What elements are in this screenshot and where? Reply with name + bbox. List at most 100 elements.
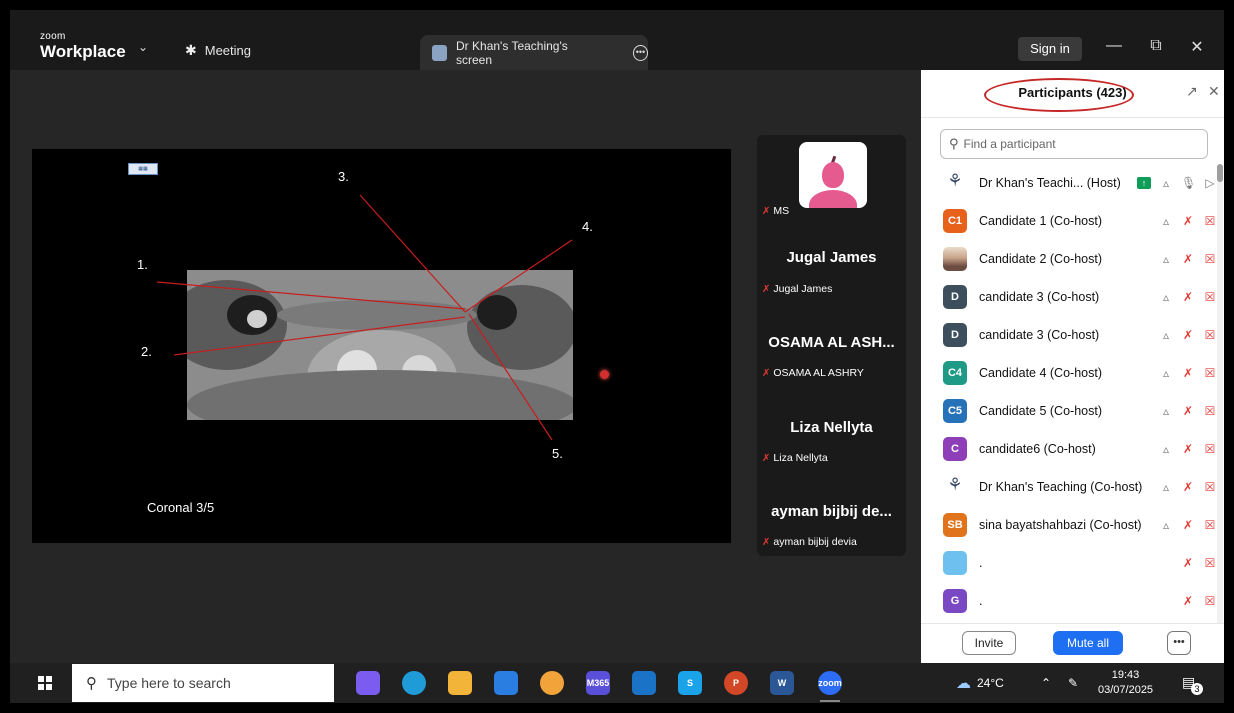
mic-muted-icon: ✗ (762, 367, 771, 379)
system-clock[interactable]: 19:43 03/07/2025 (1098, 668, 1153, 698)
chrome-icon[interactable] (540, 671, 564, 695)
powerpoint-icon[interactable]: P (724, 671, 748, 695)
show-hidden-icons-icon[interactable]: ⌃ (1041, 663, 1051, 703)
invite-button[interactable]: Invite (962, 631, 1016, 655)
mic-muted-icon: ✗ (1182, 556, 1194, 570)
participant-row[interactable]: Candidate 2 (Co-host) ▵ ✗ ☒ (921, 240, 1217, 278)
participant-row[interactable]: Ccandidate6 (Co-host) ▵ ✗ ☒ (921, 430, 1217, 468)
video-off-icon: ☒ (1204, 594, 1216, 608)
restore-icon[interactable]: ⧉ (1144, 37, 1168, 55)
raise-hand-icon: ▵ (1162, 442, 1170, 456)
windows-start-icon[interactable] (38, 676, 52, 690)
participant-row[interactable]: ⚘ Dr Khan's Teachi... (Host) ↑ ▵ 🎙 ▷ (921, 164, 1217, 202)
mic-muted-icon: ✗ (1182, 518, 1194, 532)
zoom-icon[interactable]: zoom (818, 671, 842, 695)
tile-display-name: OSAMA AL ASH... (768, 334, 895, 351)
weather-cloud-icon: ☁ (956, 675, 971, 692)
participant-status-icons: ↑ ▵ 🎙 ▷ (1137, 176, 1217, 190)
participant-avatar: ⚘ (943, 171, 967, 195)
raise-hand-icon: ▵ (1162, 518, 1170, 532)
video-tile[interactable]: Liza Nellyta ✗ Liza Nellyta (757, 389, 906, 469)
tile-display-name: Jugal James (786, 249, 877, 266)
participant-row[interactable]: . ✗ ☒ (921, 544, 1217, 582)
video-tile[interactable]: ayman bijbij de... ✗ ayman bijbij devia (757, 473, 906, 553)
mute-all-button[interactable]: Mute all (1053, 631, 1123, 655)
annotation-lines (156, 194, 573, 441)
participant-avatar: SB (943, 513, 967, 537)
scroll-thumb[interactable] (1217, 164, 1223, 182)
participant-avatar: G (943, 589, 967, 613)
file-explorer-icon[interactable] (448, 671, 472, 695)
copilot-icon[interactable] (356, 671, 380, 695)
video-on-icon: ▷ (1205, 176, 1215, 190)
video-off-icon: ☒ (1204, 366, 1216, 380)
mic-muted-icon: ✗ (762, 536, 771, 548)
meeting-tab-label: Meeting (204, 43, 251, 58)
chevron-down-icon[interactable]: ⌄ (138, 40, 148, 54)
label-4: 4. (582, 219, 593, 234)
participant-row[interactable]: C4 Candidate 4 (Co-host) ▵ ✗ ☒ (921, 354, 1217, 392)
more-options-button[interactable]: ••• (1167, 631, 1191, 655)
participant-name: Candidate 4 (Co-host) (979, 366, 1102, 380)
word-icon[interactable]: W (770, 671, 794, 695)
pop-out-icon[interactable]: ↗ (1186, 83, 1198, 100)
outlook-icon[interactable] (632, 671, 656, 695)
video-off-icon: ☒ (1204, 252, 1216, 266)
participant-row[interactable]: ⚘ Dr Khan's Teaching (Co-host) ▵ ✗ ☒ (921, 468, 1217, 506)
m365-icon[interactable]: M365 (586, 671, 610, 695)
participant-name: Candidate 1 (Co-host) (979, 214, 1102, 228)
video-tile[interactable]: Jugal James ✗ Jugal James (757, 220, 906, 300)
meeting-tab[interactable]: ✱ Meeting (185, 42, 251, 59)
close-panel-icon[interactable]: ✕ (1208, 83, 1220, 100)
participant-name: . (979, 594, 983, 608)
video-gallery: ✗ MS Jugal James ✗ Jugal James OSAMA AL … (757, 135, 906, 556)
raise-hand-icon: ▵ (1162, 290, 1170, 304)
participant-row[interactable]: Dcandidate 3 (Co-host) ▵ ✗ ☒ (921, 278, 1217, 316)
notification-count: 3 (1191, 683, 1203, 695)
mic-muted-icon: ✗ (762, 283, 771, 295)
zoom-window: zoom Workplace ⌄ ✱ Meeting Dr Khan's Tea… (10, 10, 1224, 703)
pen-icon[interactable]: ✎ (1068, 663, 1078, 703)
taskbar-search-input[interactable] (107, 675, 307, 691)
scrollbar[interactable] (1217, 164, 1223, 624)
search-icon: ⚲ (86, 675, 97, 692)
video-off-icon: ☒ (1204, 404, 1216, 418)
participant-status-icons: ▵ ✗ ☒ (1159, 480, 1217, 494)
skype-icon[interactable]: S (678, 671, 702, 695)
dropbox-icon[interactable] (494, 671, 518, 695)
minimize-icon[interactable]: — (1102, 37, 1126, 55)
participant-search-input[interactable] (963, 137, 1194, 151)
paw-icon: ✱ (185, 42, 197, 58)
panel-footer: Invite Mute all ••• (921, 623, 1224, 663)
weather-widget[interactable]: ☁ 24°C (956, 663, 1004, 703)
participant-name: Dr Khan's Teachi... (Host) (979, 176, 1121, 190)
raise-hand-icon: ▵ (1162, 480, 1170, 494)
participant-row[interactable]: G. ✗ ☒ (921, 582, 1217, 620)
video-off-icon: ☒ (1204, 328, 1216, 342)
participant-avatar: ⚘ (943, 475, 967, 499)
video-off-icon: ☒ (1204, 214, 1216, 228)
close-icon[interactable]: ✕ (1185, 37, 1209, 57)
more-options-icon[interactable]: ••• (632, 44, 648, 61)
video-tile[interactable]: ✗ MS (757, 135, 906, 217)
sign-in-button[interactable]: Sign in (1018, 37, 1082, 61)
taskbar-search[interactable]: ⚲ (72, 664, 334, 702)
tile-name: ✗ Liza Nellyta (762, 452, 828, 464)
participant-search[interactable]: ⚲ (940, 129, 1208, 159)
participant-row[interactable]: SB sina bayatshahbazi (Co-host) ▵ ✗ ☒ (921, 506, 1217, 544)
participant-row[interactable]: C1 Candidate 1 (Co-host) ▵ ✗ ☒ (921, 202, 1217, 240)
participant-status-icons: ✗ ☒ (1181, 556, 1217, 570)
participant-status-icons: ▵ ✗ ☒ (1159, 366, 1217, 380)
video-tile[interactable]: OSAMA AL ASH... ✗ OSAMA AL ASHRY (757, 303, 906, 383)
edge-icon[interactable] (402, 671, 426, 695)
participant-row[interactable]: C5 Candidate 5 (Co-host) ▵ ✗ ☒ (921, 392, 1217, 430)
participant-row[interactable]: Dcandidate 3 (Co-host) ▵ ✗ ☒ (921, 316, 1217, 354)
shared-screen-tab-label: Dr Khan's Teaching's screen (456, 38, 568, 67)
mic-muted-icon: ✗ (1182, 594, 1194, 608)
mic-muted-icon: ✗ (1182, 214, 1194, 228)
participant-avatar: D (943, 285, 967, 309)
raise-hand-icon: ▵ (1162, 176, 1170, 190)
shared-screen-tab[interactable]: Dr Khan's Teaching's screen ••• (420, 35, 648, 70)
video-off-icon: ☒ (1204, 442, 1216, 456)
screen-share-icon: ↑ (1137, 177, 1151, 189)
